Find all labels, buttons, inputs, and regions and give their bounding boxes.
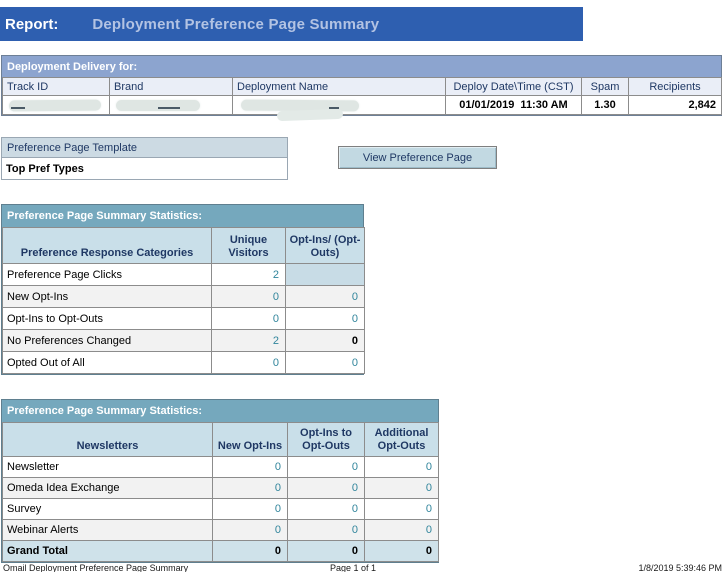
stat-value: 0 [286,308,365,330]
stat-label: Omeda Idea Exchange [3,478,213,499]
redaction-artifact [158,107,180,109]
stats2-table: Newsletters New Opt-Ins Opt-Ins to Opt-O… [2,422,439,562]
col-header-new-opt-ins: New Opt-Ins [213,423,288,457]
stats1-row: New Opt-Ins 0 0 [3,286,365,308]
stats1-row: Opted Out of All 0 0 [3,352,365,374]
stat-value: 0 [365,478,439,499]
stats1-table: Preference Response Categories Unique Vi… [2,227,365,374]
stats1-row: No Preferences Changed 2 0 [3,330,365,352]
stat-label: New Opt-Ins [3,286,212,308]
stat-value: 0 [213,499,288,520]
deployment-delivery-section: Deployment Delivery for: Track ID Brand … [1,55,722,116]
cell-track-id [3,96,110,115]
report-page: Report: Deployment Preference Page Summa… [0,0,725,572]
col-header-track-id: Track ID [3,78,110,96]
redacted-track-id [9,100,101,112]
delivery-section-header: Deployment Delivery for: [2,56,721,77]
stat-value: 0 [286,352,365,374]
stat-value: 0 [288,499,365,520]
cell-spam: 1.30 [582,96,629,115]
col-header-spam: Spam [582,78,629,96]
col-header-recipients: Recipients [629,78,722,96]
stats1-row: Preference Page Clicks 2 [3,264,365,286]
stat-value: 0 [286,330,365,352]
col-header-opt-ins-to-opt-outs: Opt-Ins to Opt-Outs [288,423,365,457]
redacted-brand [116,100,200,111]
grand-total-row: Grand Total 0 0 0 [3,541,439,562]
grand-total-label: Grand Total [3,541,213,562]
stat-value: 0 [213,478,288,499]
footer-timestamp: 1/8/2019 5:39:46 PM [638,563,722,572]
stat-value: 0 [286,286,365,308]
col-header-deploy-datetime: Deploy Date\Time (CST) [446,78,582,96]
stat-label: Preference Page Clicks [3,264,212,286]
stat-value: 0 [212,352,286,374]
report-title-bar: Report: Deployment Preference Page Summa… [0,7,583,41]
grand-total-value: 0 [213,541,288,562]
template-section-header: Preference Page Template [2,138,287,157]
stat-label: Opt-Ins to Opt-Outs [3,308,212,330]
grand-total-value: 0 [288,541,365,562]
col-header-unique-visitors: Unique Visitors [212,228,286,264]
stat-label: No Preferences Changed [3,330,212,352]
col-header-deployment-name: Deployment Name [233,78,446,96]
redaction-smudge [277,109,343,121]
preference-page-template-section: Preference Page Template Top Pref Types [1,137,288,180]
stats2-section-header: Preference Page Summary Statistics: [2,400,438,422]
stat-label: Opted Out of All [3,352,212,374]
view-preference-page-button[interactable]: View Preference Page [338,146,497,169]
stat-value: 0 [213,520,288,541]
col-header-additional-opt-outs: Additional Opt-Outs [365,423,439,457]
col-header-response-categories: Preference Response Categories [3,228,212,264]
grand-total-value: 0 [365,541,439,562]
cell-brand [110,96,233,115]
stats1-section-header: Preference Page Summary Statistics: [2,205,363,227]
stats1-header-row: Preference Response Categories Unique Vi… [3,228,365,264]
newsletter-summary-statistics-section: Preference Page Summary Statistics: News… [1,399,439,563]
stat-label: Survey [3,499,213,520]
stats2-header-row: Newsletters New Opt-Ins Opt-Ins to Opt-O… [3,423,439,457]
stat-value-na [286,264,365,286]
stat-value: 2 [212,330,286,352]
cell-recipients: 2,842 [629,96,722,115]
col-header-brand: Brand [110,78,233,96]
stat-value: 0 [365,499,439,520]
report-label: Report: [5,16,58,33]
stat-value: 0 [288,520,365,541]
template-value: Top Pref Types [2,157,287,179]
stat-value: 0 [212,308,286,330]
stats2-row: Webinar Alerts 0 0 0 [3,520,439,541]
footer-report-name: Omail Deployment Preference Page Summary [3,563,188,572]
stat-value: 0 [213,457,288,478]
stat-value: 0 [288,478,365,499]
stat-label: Newsletter [3,457,213,478]
stats2-row: Survey 0 0 0 [3,499,439,520]
preference-summary-statistics-section: Preference Page Summary Statistics: Pref… [1,204,364,375]
page-title: Deployment Preference Page Summary [92,16,379,33]
footer-page-number: Page 1 of 1 [330,563,376,572]
delivery-header-row: Track ID Brand Deployment Name Deploy Da… [3,78,722,96]
stat-value: 0 [288,457,365,478]
delivery-table: Track ID Brand Deployment Name Deploy Da… [2,77,722,115]
stat-value: 2 [212,264,286,286]
col-header-opt-ins-outs: Opt-Ins/ (Opt-Outs) [286,228,365,264]
delivery-data-row: 01/01/2019 11:30 AM 1.30 2,842 [3,96,722,115]
stats2-row: Newsletter 0 0 0 [3,457,439,478]
stat-label: Webinar Alerts [3,520,213,541]
stat-value: 0 [365,457,439,478]
col-header-newsletters: Newsletters [3,423,213,457]
stat-value: 0 [365,520,439,541]
stats2-row: Omeda Idea Exchange 0 0 0 [3,478,439,499]
stats1-row: Opt-Ins to Opt-Outs 0 0 [3,308,365,330]
stat-value: 0 [212,286,286,308]
cell-deploy-datetime: 01/01/2019 11:30 AM [446,96,582,115]
redaction-artifact [11,107,25,109]
